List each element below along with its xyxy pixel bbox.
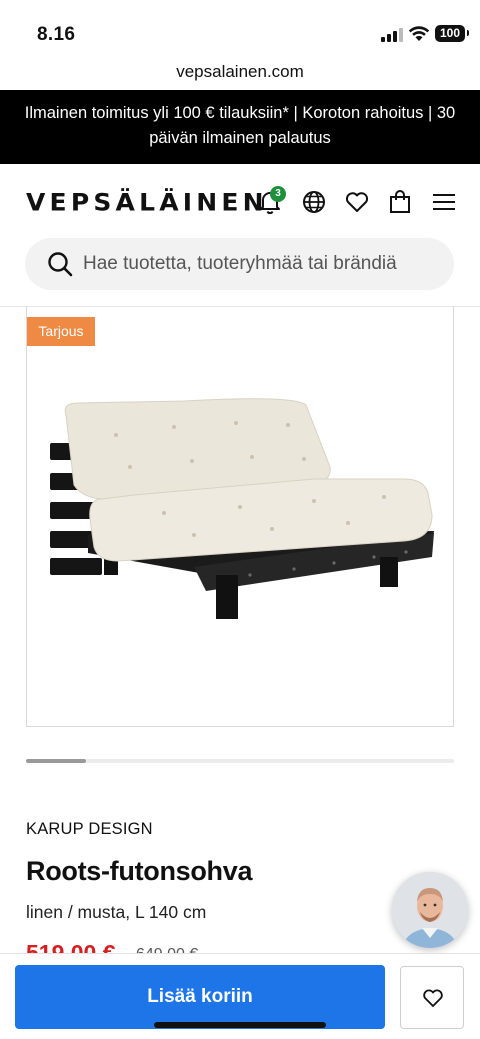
- home-indicator: [154, 1022, 326, 1028]
- image-scrollbar-thumb[interactable]: [26, 759, 86, 763]
- add-to-wishlist-button[interactable]: [400, 966, 464, 1029]
- search-icon: [48, 252, 73, 277]
- bag-icon[interactable]: [386, 188, 414, 216]
- heart-icon[interactable]: [343, 188, 371, 216]
- site-logo[interactable]: VEPSÄLÄINEN: [26, 189, 268, 217]
- product-variant: linen / musta, L 140 cm: [26, 902, 207, 922]
- signal-icon: [381, 28, 403, 42]
- notification-badge: 3: [270, 186, 286, 202]
- search-input[interactable]: [83, 238, 443, 290]
- search-bar[interactable]: [25, 238, 454, 290]
- product-image[interactable]: [44, 395, 438, 627]
- wifi-icon: [408, 26, 430, 41]
- status-bar: 8.16 100: [0, 0, 480, 58]
- image-scrollbar[interactable]: [26, 759, 454, 763]
- product-title: Roots-futonsohva: [26, 856, 253, 886]
- promo-banner: Ilmainen toimitus yli 100 € tilauksiin* …: [0, 90, 480, 164]
- heart-icon: [423, 989, 443, 1007]
- sale-tag: Tarjous: [27, 317, 95, 346]
- product-brand[interactable]: KARUP DESIGN: [26, 820, 153, 839]
- add-to-cart-button[interactable]: Lisää koriin: [15, 965, 385, 1029]
- globe-icon[interactable]: [300, 188, 328, 216]
- browser-url[interactable]: vepsalainen.com: [0, 58, 480, 90]
- person-icon: [392, 872, 468, 948]
- status-time: 8.16: [37, 24, 76, 45]
- battery-indicator: 100: [435, 25, 469, 42]
- site-header: VEPSÄLÄINEN: [0, 164, 480, 240]
- menu-icon[interactable]: [430, 188, 458, 216]
- chat-agent-avatar[interactable]: [392, 872, 468, 948]
